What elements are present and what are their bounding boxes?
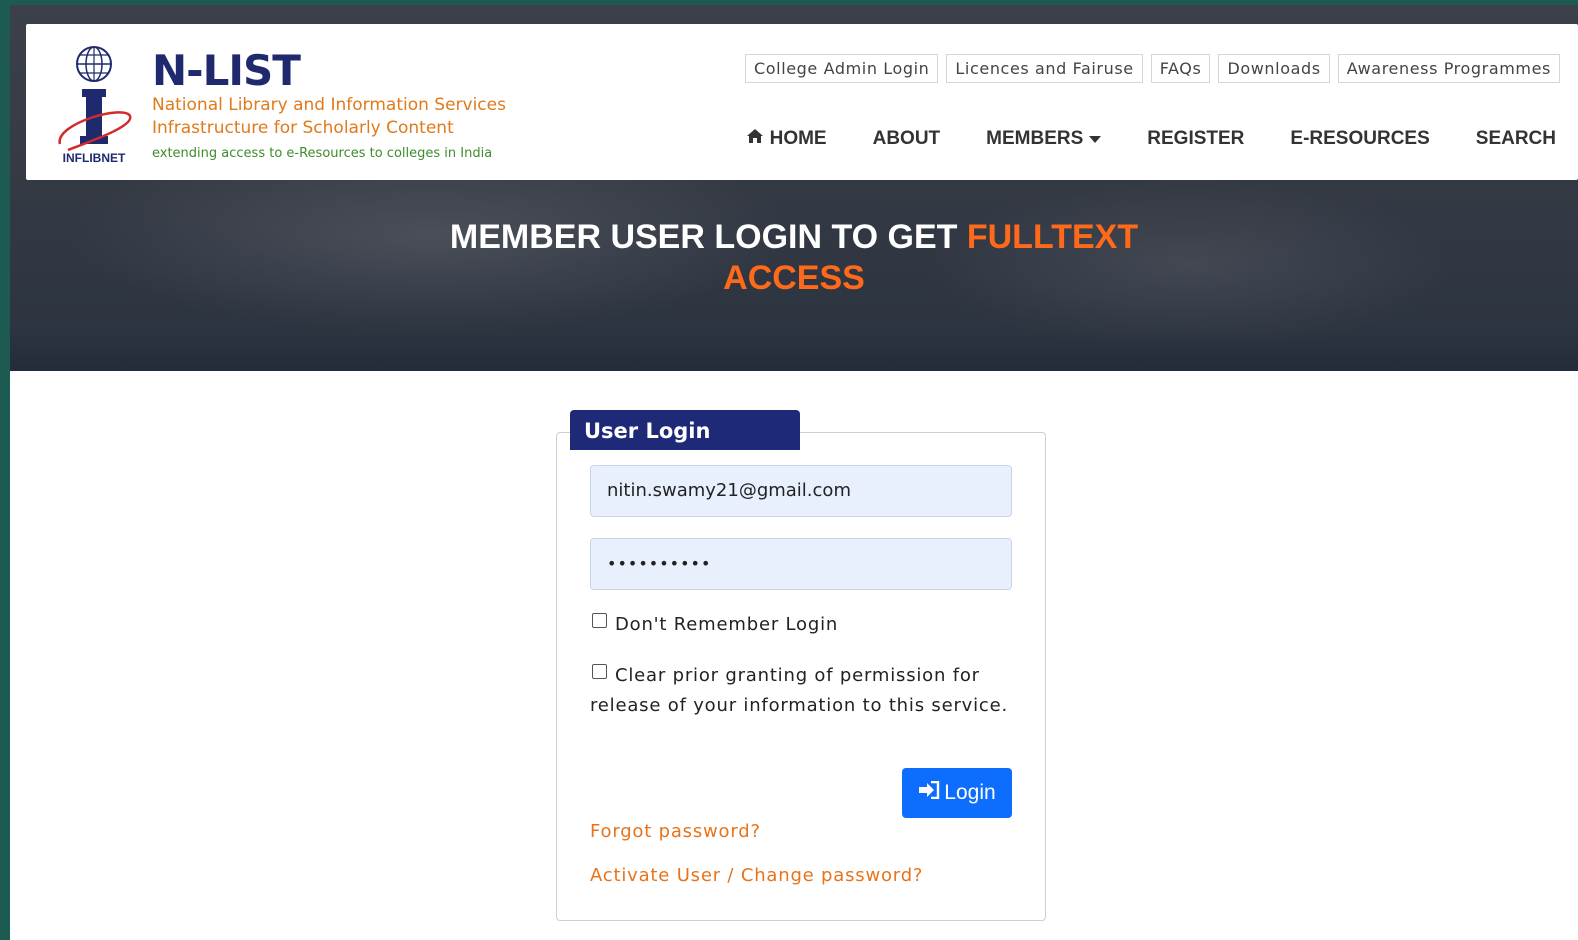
awareness-programmes-link[interactable]: Awareness Programmes	[1337, 54, 1560, 83]
site-subtitle-line-2: Infrastructure for Scholarly Content	[152, 118, 454, 138]
login-button-label: Login	[944, 781, 996, 804]
site-tagline: extending access to e-Resources to colle…	[152, 146, 493, 161]
downloads-link[interactable]: Downloads	[1218, 54, 1330, 83]
hero-title-accent-1: FULLTEXT	[966, 218, 1139, 256]
faqs-link[interactable]: FAQs	[1150, 54, 1211, 83]
nav-home-label: HOME	[769, 128, 827, 149]
nav-search[interactable]: SEARCH	[1476, 128, 1556, 150]
site-subtitle-line-1: National Library and Information Service…	[152, 95, 506, 115]
site-title[interactable]: N-LIST	[152, 48, 506, 94]
forgot-password-link[interactable]: Forgot password?	[590, 821, 761, 842]
nav-members[interactable]: MEMBERS	[986, 128, 1102, 150]
top-links: College Admin Login Licences and Fairuse…	[744, 54, 1560, 83]
site-header: INFLIBNET N-LIST National Library and In…	[26, 24, 1578, 180]
clear-permission-label-2[interactable]: release of your information to this serv…	[590, 695, 1008, 716]
logo-wordmark: INFLIBNET	[63, 151, 126, 165]
dont-remember-label[interactable]: Don't Remember Login	[615, 614, 838, 635]
nav-members-label: MEMBERS	[986, 128, 1084, 149]
nav-home[interactable]: HOME	[746, 128, 827, 150]
inflibnet-logo[interactable]: INFLIBNET	[54, 44, 134, 168]
college-admin-login-link[interactable]: College Admin Login	[744, 54, 939, 83]
dont-remember-checkbox[interactable]	[592, 613, 607, 628]
login-button[interactable]: Login	[902, 768, 1012, 818]
main-nav: HOME ABOUT MEMBERS REGISTER E-RESOURCES …	[746, 128, 1556, 150]
brand-block: N-LIST National Library and Information …	[152, 48, 506, 164]
clear-permission-row: Clear prior granting of permission for r…	[590, 661, 1014, 721]
hero-title-accent-2: ACCESS	[723, 259, 865, 297]
hero-title-plain: MEMBER USER LOGIN TO GET	[449, 218, 967, 256]
nav-about[interactable]: ABOUT	[873, 128, 941, 150]
activate-change-password-link[interactable]: Activate User / Change password?	[590, 865, 923, 886]
home-icon	[746, 128, 764, 150]
login-legend: User Login	[570, 410, 800, 450]
licences-fairuse-link[interactable]: Licences and Fairuse	[946, 54, 1143, 83]
hero-title: MEMBER USER LOGIN TO GET FULLTEXT ACCESS	[10, 217, 1578, 299]
sign-in-icon	[918, 780, 940, 805]
dont-remember-row: Don't Remember Login	[590, 610, 1014, 640]
nav-register[interactable]: REGISTER	[1147, 128, 1244, 150]
page: INFLIBNET N-LIST National Library and In…	[10, 5, 1578, 940]
email-field[interactable]: nitin.swamy21@gmail.com	[590, 465, 1012, 517]
caret-down-icon	[1089, 128, 1102, 150]
password-field[interactable]: ••••••••••	[590, 538, 1012, 590]
nav-e-resources[interactable]: E-RESOURCES	[1290, 128, 1429, 150]
clear-permission-checkbox[interactable]	[592, 664, 607, 679]
clear-permission-label-1[interactable]: Clear prior granting of permission for	[615, 665, 980, 686]
